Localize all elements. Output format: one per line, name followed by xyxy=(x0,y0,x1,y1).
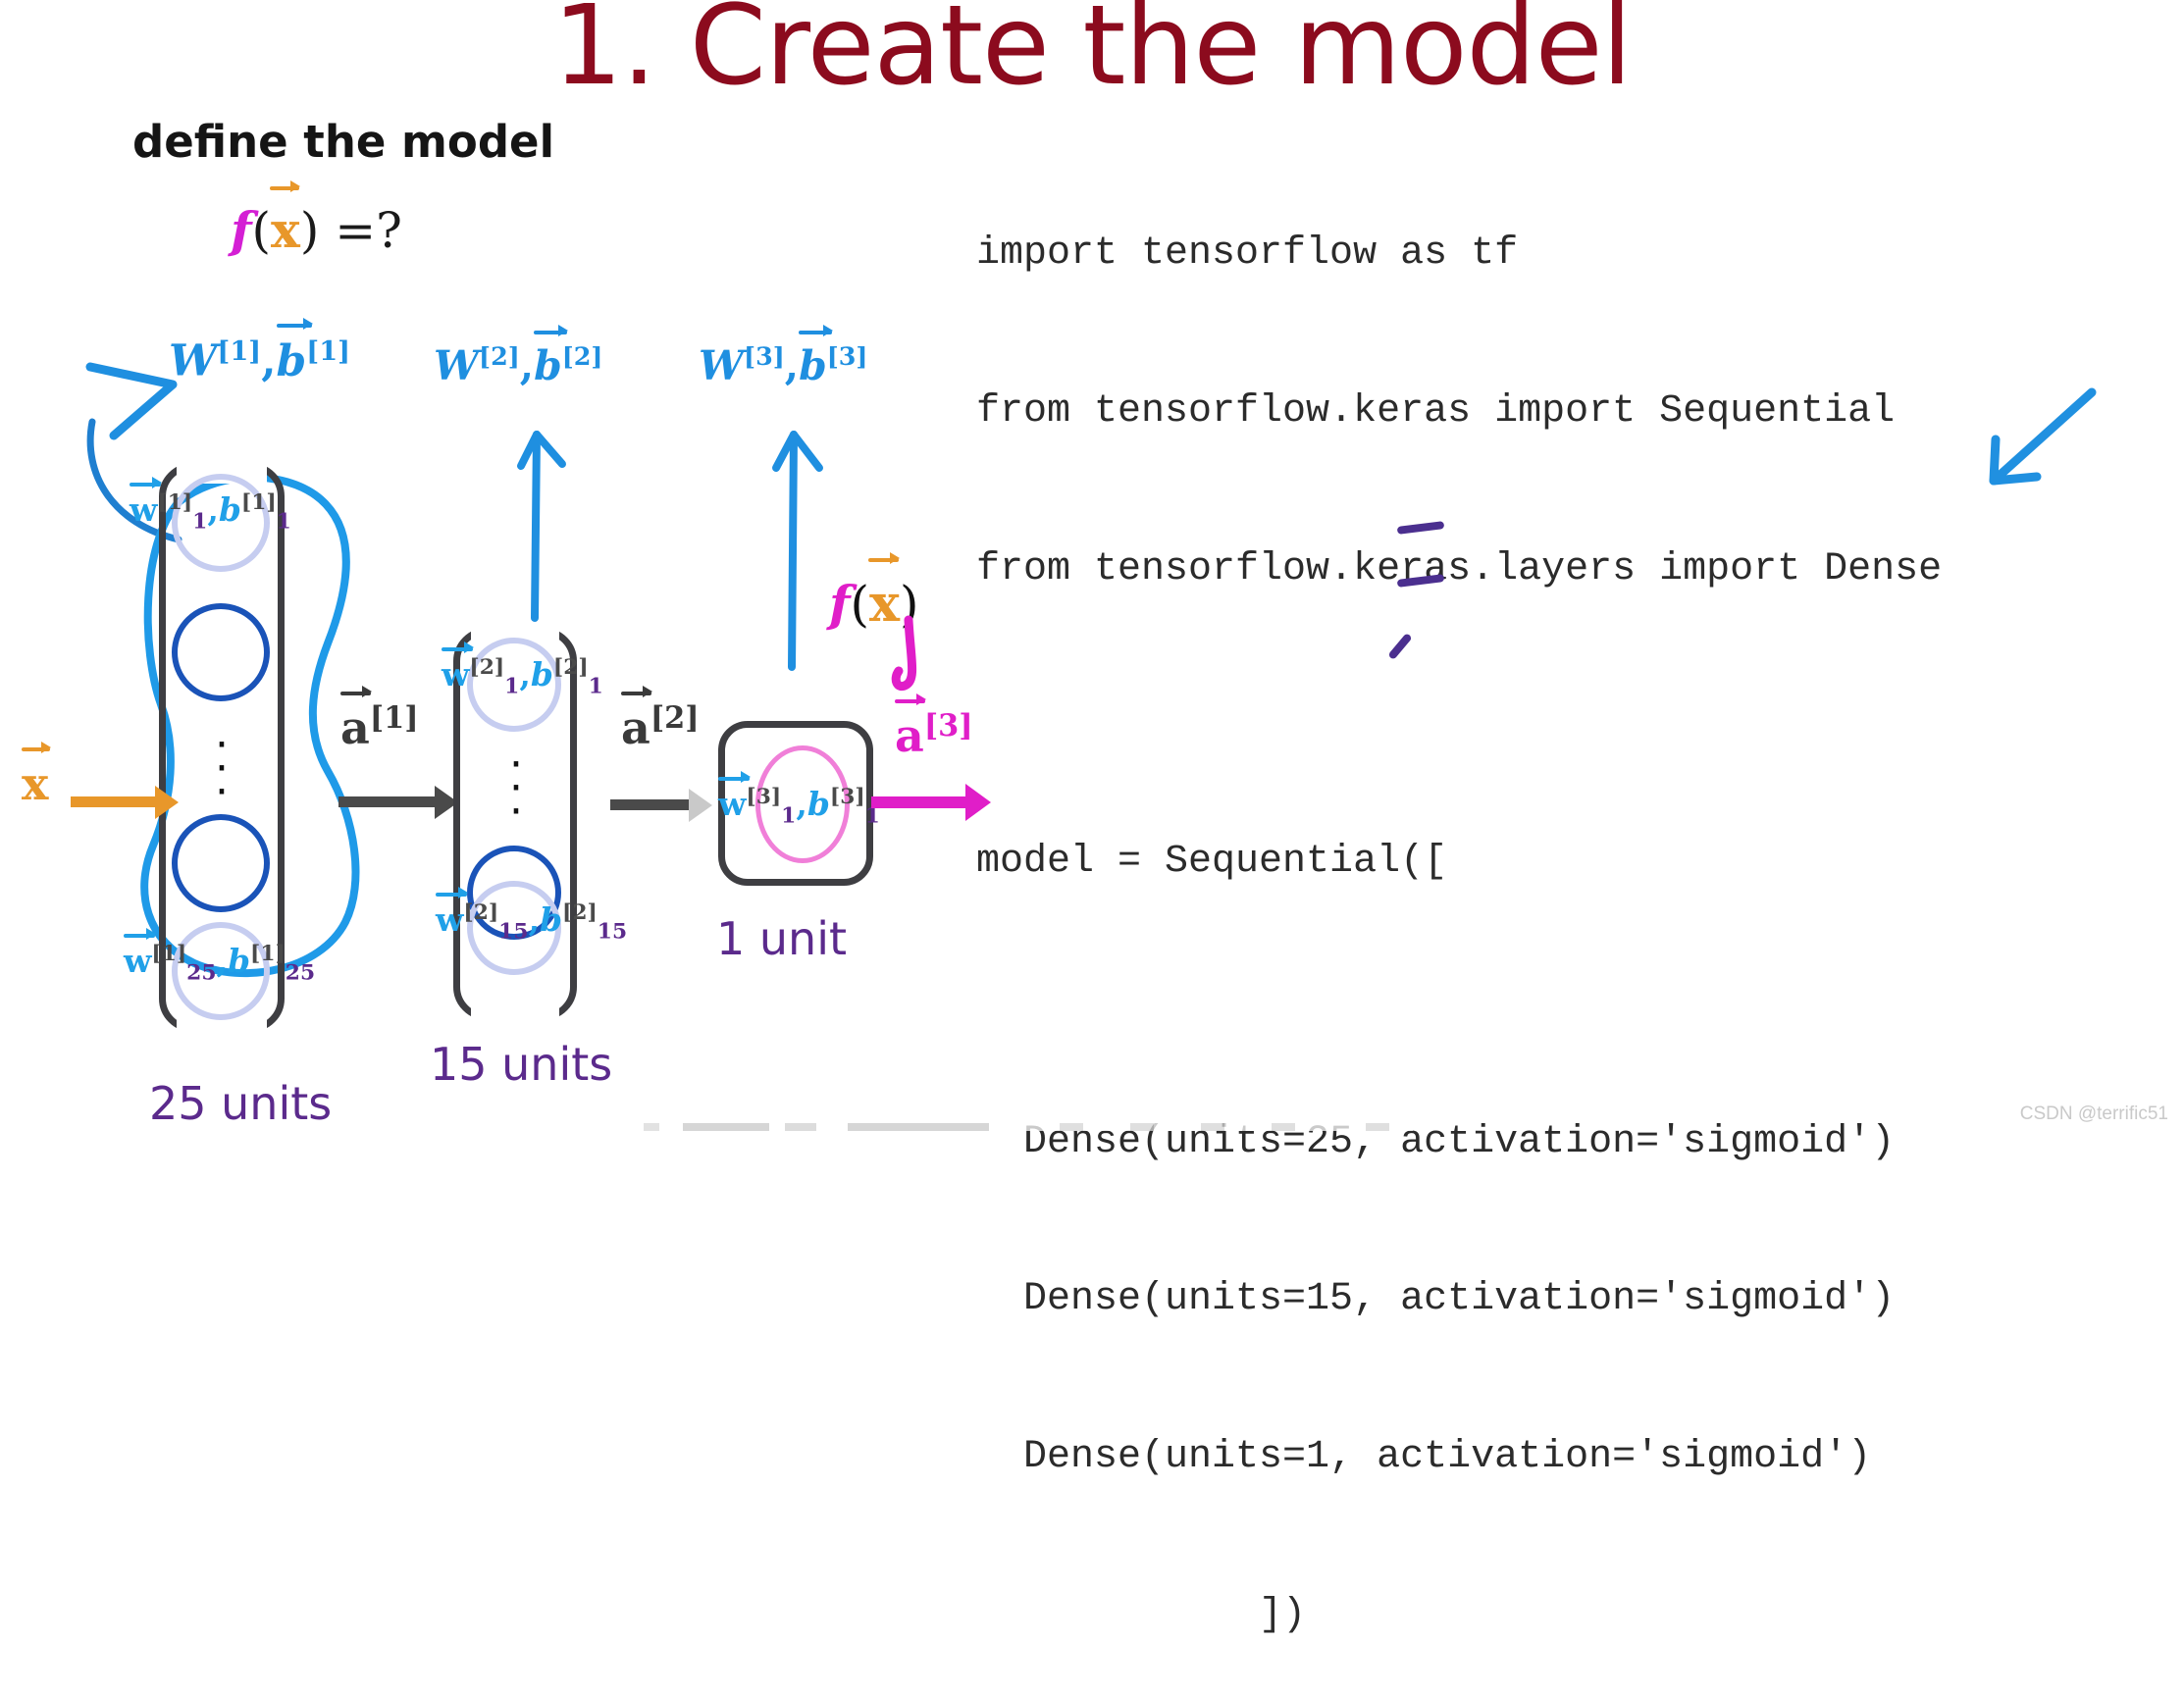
define-the-model-label: define the model xyxy=(132,116,555,168)
w-symbol-2: W xyxy=(434,341,480,389)
b-glyph-l3-1: b xyxy=(806,785,830,823)
handwritten-paren-close: ) xyxy=(900,576,919,633)
w-vec-glyph-l3-1: w xyxy=(718,771,751,823)
w-sup-l2-15: [2] xyxy=(463,900,499,925)
page-title: 1. Create the model xyxy=(552,0,1632,110)
b-sup-l1-25: [1] xyxy=(250,942,286,966)
layer-2-ellipsis: · · · xyxy=(509,740,523,837)
w-sub-l1-25: 25 xyxy=(186,960,217,986)
b-sup-l2-1: [2] xyxy=(552,655,589,680)
blue-up-arrow-layer-2 xyxy=(517,431,566,622)
activation-label-1: a[1] xyxy=(340,686,419,754)
w-sub-l1-1: 1 xyxy=(192,509,208,535)
b-superscript-3: [3] xyxy=(826,341,868,371)
layer-1-neuron-2 xyxy=(172,603,270,701)
activation-label-3: a[3] xyxy=(895,693,973,762)
b-vector-1: b xyxy=(276,317,313,386)
b-sup-l3-1: [3] xyxy=(829,785,865,809)
layer-2-neuron-15-params: w[2]15,b[2]15 xyxy=(436,887,628,945)
b-sup-l1-1: [1] xyxy=(240,490,277,515)
paren-close: ) xyxy=(299,202,320,259)
layer-2-units-caption: 15 units xyxy=(430,1038,613,1091)
w-superscript-2: [2] xyxy=(479,341,520,371)
w-sup-l2-1: [2] xyxy=(469,655,505,680)
w-sub-l2-15: 15 xyxy=(498,919,529,945)
code-block: import tensorflow as tf from tensorflow.… xyxy=(976,123,1942,1694)
b-sub-l2-15: 15 xyxy=(597,919,628,945)
blue-up-arrow-layer-3 xyxy=(772,431,823,671)
code-line-5: model = Sequential([ xyxy=(976,839,1448,884)
layer-1-neuron-n-1 xyxy=(172,814,270,912)
comma-3: , xyxy=(784,341,800,389)
code-blank-line-2 xyxy=(976,994,1942,1011)
code-line-2: from tensorflow.keras import Sequential xyxy=(976,388,1896,434)
b-vector-3: b xyxy=(799,324,833,389)
code-line-dense-15: Dense(units=15, activation='sigmoid') xyxy=(976,1277,1896,1322)
handwritten-x-vector: x xyxy=(868,551,901,634)
handwritten-fx-annotation: f(x) xyxy=(829,551,919,634)
w-vec-glyph-l1-1: w xyxy=(130,477,162,529)
flow-arrow-layer1-to-layer2 xyxy=(338,796,437,807)
b-glyph-l2-15: b xyxy=(539,900,563,939)
fx-equals-question-formula: f(x) =? xyxy=(231,180,402,259)
layer-1-ellipsis: · · · xyxy=(215,720,229,817)
watermark: CSDN @terrific51 xyxy=(2019,1104,2168,1124)
layer-3-neuron-1-params: w[3]1,b[3]1 xyxy=(718,771,880,829)
b-sup-l2-15: [2] xyxy=(562,900,598,925)
flow-arrow-layer2-to-layer3 xyxy=(610,799,691,810)
w-vec-glyph-l2-1: w xyxy=(442,642,474,693)
code-line-dense-1: Dense(units=1, activation='sigmoid') xyxy=(976,1435,1872,1480)
w-sup-l3-1: [3] xyxy=(746,785,782,809)
layer-2-neuron-1-params: w[2]1,b[2]1 xyxy=(442,642,603,699)
w-vec-glyph-l1-25: w xyxy=(124,928,156,980)
b-glyph-l2-1: b xyxy=(530,655,553,693)
b-glyph-l1-25: b xyxy=(227,942,251,980)
output-flow-arrow xyxy=(871,796,969,808)
layer-1-neuron-25-params: w[1]25,b[1]25 xyxy=(124,928,316,986)
blue-down-left-arrow-annotation xyxy=(1989,387,2097,486)
w-superscript-3: [3] xyxy=(744,341,785,371)
cutoff-bottom-text xyxy=(628,1123,1413,1131)
input-vector-label: x xyxy=(22,741,51,810)
weights-header-layer-2: W[2], b[2] xyxy=(434,324,603,389)
w-sub-l3-1: 1 xyxy=(781,803,797,829)
comma-2: , xyxy=(519,341,535,389)
layer-1-units-caption: 25 units xyxy=(149,1077,333,1130)
weights-header-layer-1: W[1], b[1] xyxy=(169,317,351,386)
activation-label-2: a[2] xyxy=(621,686,700,754)
w-vec-glyph-l2-15: w xyxy=(436,887,468,939)
code-line-1: import tensorflow as tf xyxy=(976,231,1519,277)
comma-1: , xyxy=(261,335,277,386)
layer-1-neuron-1-params: w[1]1,b[1]1 xyxy=(130,477,291,535)
b-superscript-1: [1] xyxy=(306,335,351,367)
handwritten-f-symbol: f xyxy=(829,575,851,633)
paren-open: ( xyxy=(251,202,272,259)
w-sup-l1-25: [1] xyxy=(151,942,187,966)
weights-header-layer-3: W[3], b[3] xyxy=(699,324,868,389)
w-sup-l1-1: [1] xyxy=(157,490,193,515)
input-vector-x-symbol: x xyxy=(270,180,300,259)
b-sub-l2-1: 1 xyxy=(588,674,603,699)
equals-question: =? xyxy=(319,202,402,259)
w-sub-l2-1: 1 xyxy=(504,674,520,699)
b-sub-l1-25: 25 xyxy=(285,960,316,986)
layer-3-units-caption: 1 unit xyxy=(716,912,848,965)
input-flow-arrow xyxy=(71,796,157,807)
function-f-symbol: f xyxy=(231,201,252,259)
b-vector-2: b xyxy=(534,324,568,389)
w-superscript-1: [1] xyxy=(217,335,262,367)
b-glyph-l1-1: b xyxy=(218,490,241,529)
code-line-close: ]) xyxy=(976,1593,1307,1638)
w-symbol-3: W xyxy=(699,341,745,389)
b-sub-l1-1: 1 xyxy=(276,509,291,535)
code-line-3: from tensorflow.keras.layers import Dens… xyxy=(976,546,1943,591)
b-superscript-2: [2] xyxy=(561,341,603,371)
w-symbol-1: W xyxy=(169,335,218,386)
handwritten-paren-open: ( xyxy=(850,576,870,633)
